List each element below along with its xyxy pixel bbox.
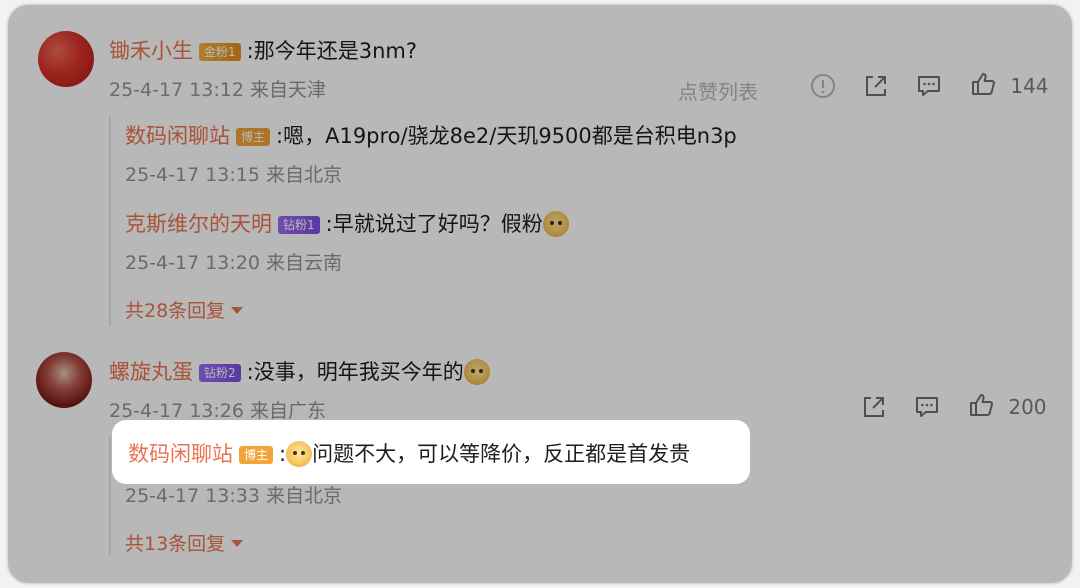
thumb-up-icon xyxy=(972,73,995,95)
reply-meta: 25-4-17 13:15 来自北京 xyxy=(125,164,342,186)
reply-line: 数码闲聊站 博主: 问题不大，可以等降价，反正都是首发贵 xyxy=(128,438,690,468)
colon: : xyxy=(279,442,287,466)
reply-text: :早就说过了好吗？假粉 xyxy=(325,212,543,236)
comment-text: :没事，明年我买今年的 xyxy=(246,360,464,384)
avatar[interactable] xyxy=(36,352,92,408)
comment-meta: 25-4-17 13:12 来自天津 xyxy=(109,79,326,101)
username[interactable]: 锄禾小生 xyxy=(109,39,193,63)
doge-emoji-icon xyxy=(542,211,569,237)
thread-divider xyxy=(109,116,111,326)
username[interactable]: 克斯维尔的天明 xyxy=(125,212,272,236)
info-icon[interactable] xyxy=(810,73,836,99)
host-badge: 博主 xyxy=(239,446,274,464)
host-badge: 博主 xyxy=(236,128,271,146)
fan-badge[interactable]: 钻粉1 xyxy=(278,216,320,234)
reply-meta: 25-4-17 13:33 来自北京 xyxy=(125,485,342,507)
more-replies-label: 共13条回复 xyxy=(125,533,226,555)
caret-down-icon xyxy=(231,307,244,314)
more-replies-label: 共28条回复 xyxy=(125,300,226,322)
share-icon[interactable] xyxy=(863,73,889,99)
reply-text: 问题不大，可以等降价，反正都是首发贵 xyxy=(312,442,691,466)
highlighted-reply: 数码闲聊站 博主: 问题不大，可以等降价，反正都是首发贵 xyxy=(112,420,750,484)
username[interactable]: 螺旋丸蛋 xyxy=(109,360,193,384)
like-count: 144 xyxy=(1010,74,1049,98)
caret-down-icon xyxy=(231,540,244,547)
username[interactable]: 数码闲聊站 xyxy=(125,124,230,148)
like-button[interactable]: 144 xyxy=(970,71,1049,98)
reply-icon[interactable] xyxy=(914,394,940,420)
comment-line: 锄禾小生 金粉1 :那今年还是3nm? xyxy=(109,35,417,65)
doge-emoji-icon xyxy=(286,441,313,467)
like-count: 200 xyxy=(1008,395,1047,419)
reply-line: 数码闲聊站 博主 :嗯，A19pro/骁龙8e2/天玑9500都是台积电n3p xyxy=(125,120,737,150)
more-replies-link[interactable]: 共28条回复 xyxy=(125,296,244,323)
like-list-link[interactable]: 点赞列表 xyxy=(678,76,758,105)
more-replies-link[interactable]: 共13条回复 xyxy=(125,529,244,556)
thumb-up-icon xyxy=(970,394,993,416)
share-icon[interactable] xyxy=(861,394,887,420)
reply-text: :嗯，A19pro/骁龙8e2/天玑9500都是台积电n3p xyxy=(276,124,737,148)
doge-emoji-icon xyxy=(463,359,490,385)
like-button[interactable]: 200 xyxy=(968,392,1047,419)
fan-badge[interactable]: 钻粉2 xyxy=(199,364,241,382)
reply-meta: 25-4-17 13:20 来自云南 xyxy=(125,252,342,274)
comment-meta: 25-4-17 13:26 来自广东 xyxy=(109,400,326,422)
comment-panel: 锄禾小生 金粉1 :那今年还是3nm? 25-4-17 13:12 来自天津 点赞列… xyxy=(8,5,1072,583)
thread-divider xyxy=(109,437,111,555)
reply-icon[interactable] xyxy=(916,73,942,99)
fan-badge[interactable]: 金粉1 xyxy=(199,43,241,61)
reply-line: 克斯维尔的天明 钻粉1 :早就说过了好吗？假粉 xyxy=(125,208,569,238)
username[interactable]: 数码闲聊站 xyxy=(128,442,233,466)
avatar[interactable] xyxy=(38,31,94,87)
comment-line: 螺旋丸蛋 钻粉2 :没事，明年我买今年的 xyxy=(109,356,490,386)
comment-text: :那今年还是3nm? xyxy=(246,39,417,63)
